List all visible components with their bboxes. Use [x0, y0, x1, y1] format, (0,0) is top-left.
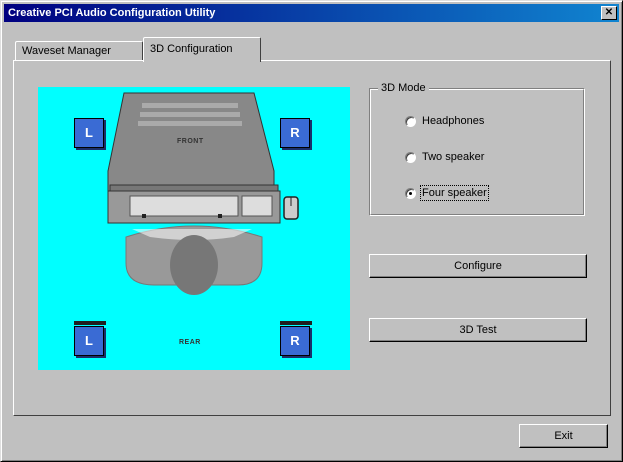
radio-headphones[interactable]: Headphones	[405, 113, 484, 129]
front-right-speaker[interactable]: R	[280, 118, 310, 148]
close-icon: ✕	[604, 7, 614, 18]
3d-mode-group-title: 3D Mode	[378, 82, 429, 94]
exit-button[interactable]: Exit	[519, 424, 608, 448]
rear-right-label: R	[290, 333, 300, 348]
mouse-icon	[283, 196, 299, 220]
rear-left-speaker-stand	[74, 321, 106, 325]
front-label: FRONT	[177, 138, 204, 145]
tab-waveset-manager[interactable]: Waveset Manager	[15, 41, 143, 61]
speaker-layout-diagram: FRONT REAR L R L R	[38, 87, 350, 370]
rear-right-speaker[interactable]: R	[280, 326, 310, 356]
rear-left-label: L	[85, 333, 93, 348]
radio-four-speaker[interactable]: Four speaker	[405, 185, 489, 201]
configure-button[interactable]: Configure	[369, 254, 587, 278]
keyboard-icon	[107, 184, 281, 224]
close-button[interactable]: ✕	[601, 6, 617, 20]
app-window: Creative PCI Audio Configuration Utility…	[0, 0, 623, 462]
radio-two-speaker-icon[interactable]	[405, 151, 416, 163]
rear-left-speaker[interactable]: L	[74, 326, 104, 356]
rear-label: REAR	[179, 339, 201, 346]
listener-icon	[125, 225, 263, 295]
3d-mode-group: 3D Mode Headphones Two speaker Four spea…	[369, 82, 585, 216]
window-title: Creative PCI Audio Configuration Utility	[8, 7, 216, 19]
radio-four-speaker-icon[interactable]	[405, 187, 416, 199]
front-left-speaker[interactable]: L	[74, 118, 104, 148]
radio-headphones-icon[interactable]	[405, 115, 416, 127]
3d-test-button[interactable]: 3D Test	[369, 318, 587, 342]
radio-two-speaker-label: Two speaker	[422, 151, 485, 163]
radio-two-speaker[interactable]: Two speaker	[405, 149, 484, 165]
front-left-label: L	[85, 125, 93, 140]
rear-right-speaker-stand	[280, 321, 312, 325]
radio-four-speaker-label: Four speaker	[420, 185, 489, 201]
tab-3d-configuration[interactable]: 3D Configuration	[143, 37, 261, 62]
tab-panel-3d-configuration: FRONT REAR L R L R 3D Mode Headphones Tw…	[13, 60, 611, 416]
radio-headphones-label: Headphones	[422, 115, 485, 127]
front-right-label: R	[290, 125, 300, 140]
title-bar: Creative PCI Audio Configuration Utility…	[4, 4, 619, 22]
